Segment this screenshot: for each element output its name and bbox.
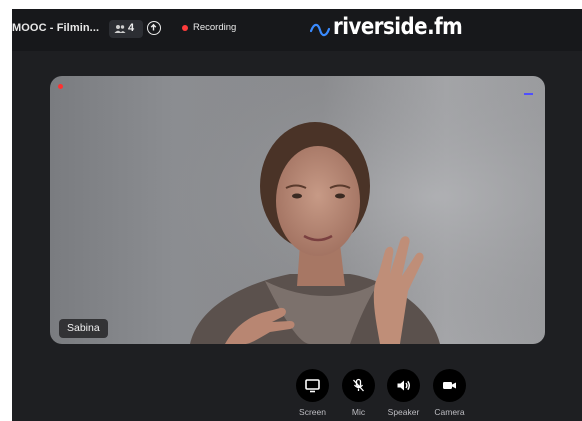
screen-button-circle[interactable] (296, 369, 329, 402)
tile-recording-indicator (58, 84, 63, 89)
brand-name: riverside.fm (333, 14, 463, 40)
mic-muted-icon (353, 378, 364, 392)
session-title[interactable]: MOOC - Filmin... (12, 22, 99, 34)
call-controls: Screen Mic Speaker Camera (292, 369, 472, 421)
speaker-button-circle[interactable] (387, 369, 420, 402)
recording-status: Recording (193, 22, 237, 33)
mic-button-circle[interactable] (342, 369, 375, 402)
upload-status-button[interactable] (147, 21, 161, 35)
participant-video-feed (50, 76, 545, 344)
upload-arrow-icon (150, 23, 157, 31)
red-dot-icon (182, 25, 188, 31)
people-icon (114, 25, 126, 33)
camera-button-circle[interactable] (433, 369, 466, 402)
top-bar: MOOC - Filmin... 4 Recording riverside.f… (12, 9, 582, 51)
wave-logo-icon (310, 23, 330, 37)
camera-label: Camera (434, 407, 465, 417)
participants-button[interactable]: 4 (109, 20, 143, 38)
riverside-studio-window: MOOC - Filmin... 4 Recording riverside.f… (12, 9, 582, 421)
participant-video-tile[interactable]: Sabina (50, 76, 545, 344)
participant-count: 4 (128, 22, 135, 34)
speaker-icon (397, 380, 410, 391)
camera-icon (443, 382, 456, 389)
participant-name-tag: Sabina (59, 319, 108, 338)
audio-level-indicator (524, 93, 533, 95)
monitor-icon (305, 379, 320, 393)
